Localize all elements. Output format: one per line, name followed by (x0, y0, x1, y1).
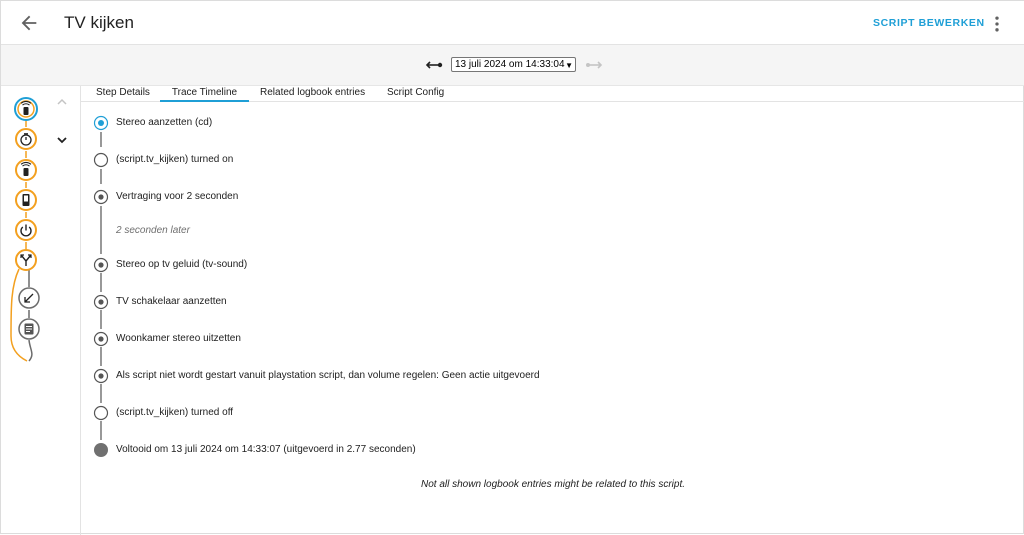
chevron-up-icon (57, 98, 67, 105)
device-icon (22, 194, 30, 206)
edit-script-button[interactable]: SCRIPT BEWERKEN (873, 17, 985, 29)
tab-step-details[interactable]: Step Details (96, 87, 150, 102)
arrow-right-icon (586, 61, 603, 69)
graph-node-choose[interactable] (15, 249, 37, 271)
older-trace-button[interactable] (425, 59, 443, 71)
marker-open (93, 152, 109, 168)
trace-select[interactable]: 13 juli 2024 om 14:33:04 ▼ (451, 57, 576, 72)
timeline-entry[interactable]: Woonkamer stereo uitzetten (116, 333, 241, 344)
timeline-entry[interactable]: Stereo aanzetten (cd) (116, 117, 212, 128)
more-menu-button[interactable] (987, 14, 1007, 34)
graph-node-power[interactable] (15, 219, 37, 241)
collapse-down-button[interactable] (56, 135, 68, 145)
app-window: TV kijken SCRIPT BEWERKEN 13 juli 2024 o… (0, 0, 1024, 535)
script-text-icon (24, 323, 34, 335)
marker-dot (93, 294, 109, 310)
logbook-disclaimer: Not all shown logbook entries might be r… (420, 479, 686, 490)
tab-script-config[interactable]: Script Config (387, 87, 444, 102)
trace-toolbar: 13 juli 2024 om 14:33:04 ▼ (1, 45, 1024, 86)
chevron-down-icon: ▼ (565, 61, 573, 70)
trace-select-value: 13 juli 2024 om 14:33:04 (455, 59, 565, 70)
graph-node-remote-selected[interactable] (14, 97, 38, 121)
page-title: TV kijken (64, 13, 134, 32)
newer-trace-button[interactable] (585, 59, 603, 71)
timeline-delay-note: 2 seconden later (116, 225, 190, 236)
trace-graph (10, 97, 40, 362)
graph-node-skipped-script[interactable] (18, 318, 40, 340)
collapse-up-button[interactable] (56, 97, 68, 107)
timeline-entry[interactable]: TV schakelaar aanzetten (116, 296, 227, 307)
chevron-down-icon (57, 137, 67, 144)
back-button[interactable] (18, 12, 40, 34)
marker-filled (94, 443, 108, 457)
trace-timeline: Stereo aanzetten (cd) (script.tv_kijken)… (81, 103, 1024, 535)
marker-dot (93, 257, 109, 273)
timeline-entry[interactable]: Vertraging voor 2 seconden (116, 191, 238, 202)
marker-dot (93, 368, 109, 384)
graph-node-skipped-arrow[interactable] (18, 287, 40, 309)
arrow-left-right-icon (425, 61, 443, 69)
timeline-entry[interactable]: (script.tv_kijken) turned off (116, 407, 233, 418)
dots-vertical-icon (995, 16, 999, 32)
timeline-entry[interactable]: (script.tv_kijken) turned on (116, 154, 233, 165)
timeline-entry[interactable]: Als script niet wordt gestart vanuit pla… (116, 370, 540, 381)
tab-related-logbook[interactable]: Related logbook entries (260, 87, 365, 102)
timeline-entry[interactable]: Stereo op tv geluid (tv-sound) (116, 259, 247, 270)
marker-open (93, 405, 109, 421)
top-app-bar: TV kijken SCRIPT BEWERKEN (1, 1, 1024, 45)
trace-tabs: Step Details Trace Timeline Related logb… (81, 86, 1024, 102)
timeline-finished-entry: Voltooid om 13 juli 2024 om 14:33:07 (ui… (116, 444, 416, 455)
marker-dot (93, 331, 109, 347)
tab-trace-timeline[interactable]: Trace Timeline (160, 87, 249, 102)
arrow-left-icon (21, 15, 37, 31)
trace-graph-pane (1, 86, 81, 535)
graph-node-timer[interactable] (15, 128, 37, 150)
graph-node-device[interactable] (15, 189, 37, 211)
marker-selected (93, 115, 109, 131)
timeline-markers (93, 115, 109, 457)
graph-node-remote[interactable] (15, 159, 37, 181)
marker-dot (93, 189, 109, 205)
